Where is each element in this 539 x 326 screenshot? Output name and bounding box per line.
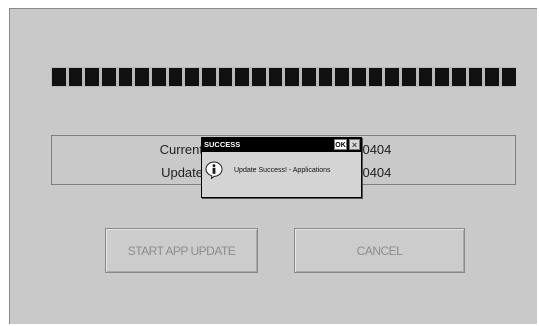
progress-segment: [202, 68, 216, 86]
message-box-title: SUCCESS: [204, 140, 241, 149]
update-version-label: Update: [161, 165, 203, 180]
cancel-button[interactable]: CANCEL: [294, 228, 465, 273]
message-text: Update Success! - Applications: [234, 167, 331, 174]
progress-segment: [452, 68, 466, 86]
progress-segment: [268, 68, 283, 86]
progress-segment: [502, 68, 516, 86]
progress-segment: [485, 68, 500, 86]
progress-segment: [52, 68, 66, 86]
progress-bar: [51, 67, 516, 87]
progress-segment: [302, 68, 316, 86]
progress-segment: [435, 68, 450, 86]
current-version-label: Current: [159, 142, 203, 157]
progress-segment: [335, 68, 350, 86]
progress-segment: [135, 68, 150, 86]
progress-segment: [318, 68, 333, 86]
progress-segment: [368, 68, 383, 86]
progress-segment: [168, 68, 183, 86]
progress-segment: [385, 68, 400, 86]
message-box-body: Update Success! - Applications: [202, 152, 361, 197]
close-button[interactable]: ×: [349, 139, 360, 150]
progress-segment: [68, 68, 83, 86]
start-app-update-button[interactable]: START APP UPDATE: [105, 228, 258, 273]
info-icon: [205, 161, 223, 179]
progress-segment: [285, 68, 300, 86]
progress-segment: [352, 68, 366, 86]
update-window: Current 080404 Update 080404 START APP U…: [9, 8, 537, 324]
progress-segment: [218, 68, 233, 86]
success-message-box: SUCCESS OK × Update Success! - Applicati…: [201, 137, 362, 198]
ok-button[interactable]: OK: [334, 139, 347, 150]
progress-segment: [102, 68, 116, 86]
progress-segment: [85, 68, 100, 86]
message-box-titlebar: SUCCESS OK ×: [202, 138, 361, 152]
progress-segment: [402, 68, 416, 86]
progress-segment: [118, 68, 133, 86]
progress-segment: [468, 68, 483, 86]
progress-segment: [185, 68, 200, 86]
progress-segment: [252, 68, 266, 86]
progress-segment: [418, 68, 433, 86]
progress-segment: [152, 68, 166, 86]
progress-segment: [235, 68, 250, 86]
